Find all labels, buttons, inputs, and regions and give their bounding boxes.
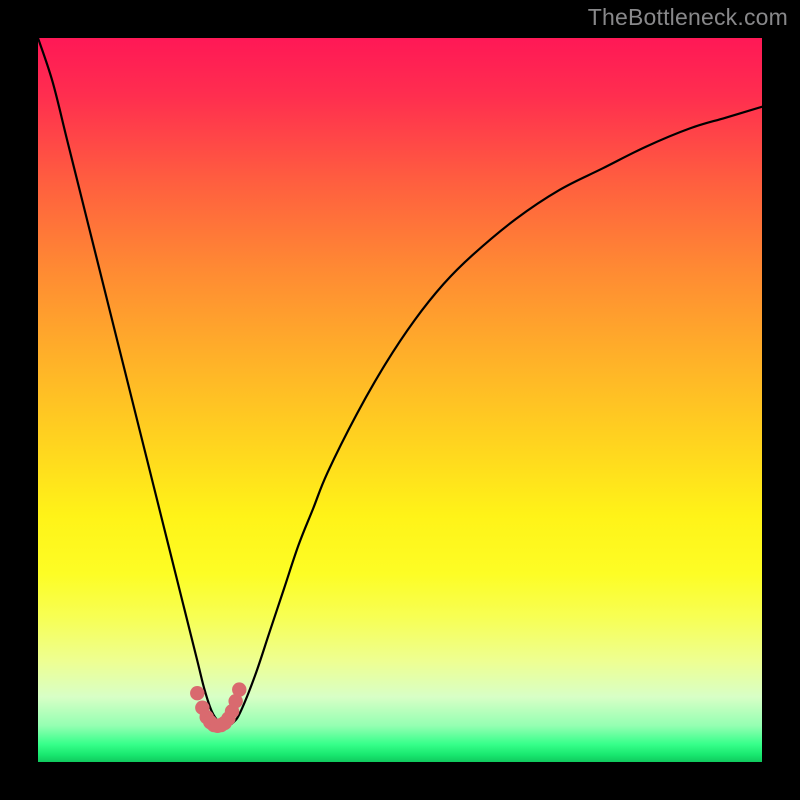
bottleneck-curve	[38, 38, 762, 726]
marker-group	[190, 682, 246, 733]
watermark-text: TheBottleneck.com	[588, 4, 788, 31]
chart-overlay	[38, 38, 762, 762]
chart-frame: TheBottleneck.com	[0, 0, 800, 800]
highlight-dot	[232, 682, 246, 696]
highlight-dot	[190, 686, 204, 700]
curve-group	[38, 38, 762, 726]
plot-area	[38, 38, 762, 762]
